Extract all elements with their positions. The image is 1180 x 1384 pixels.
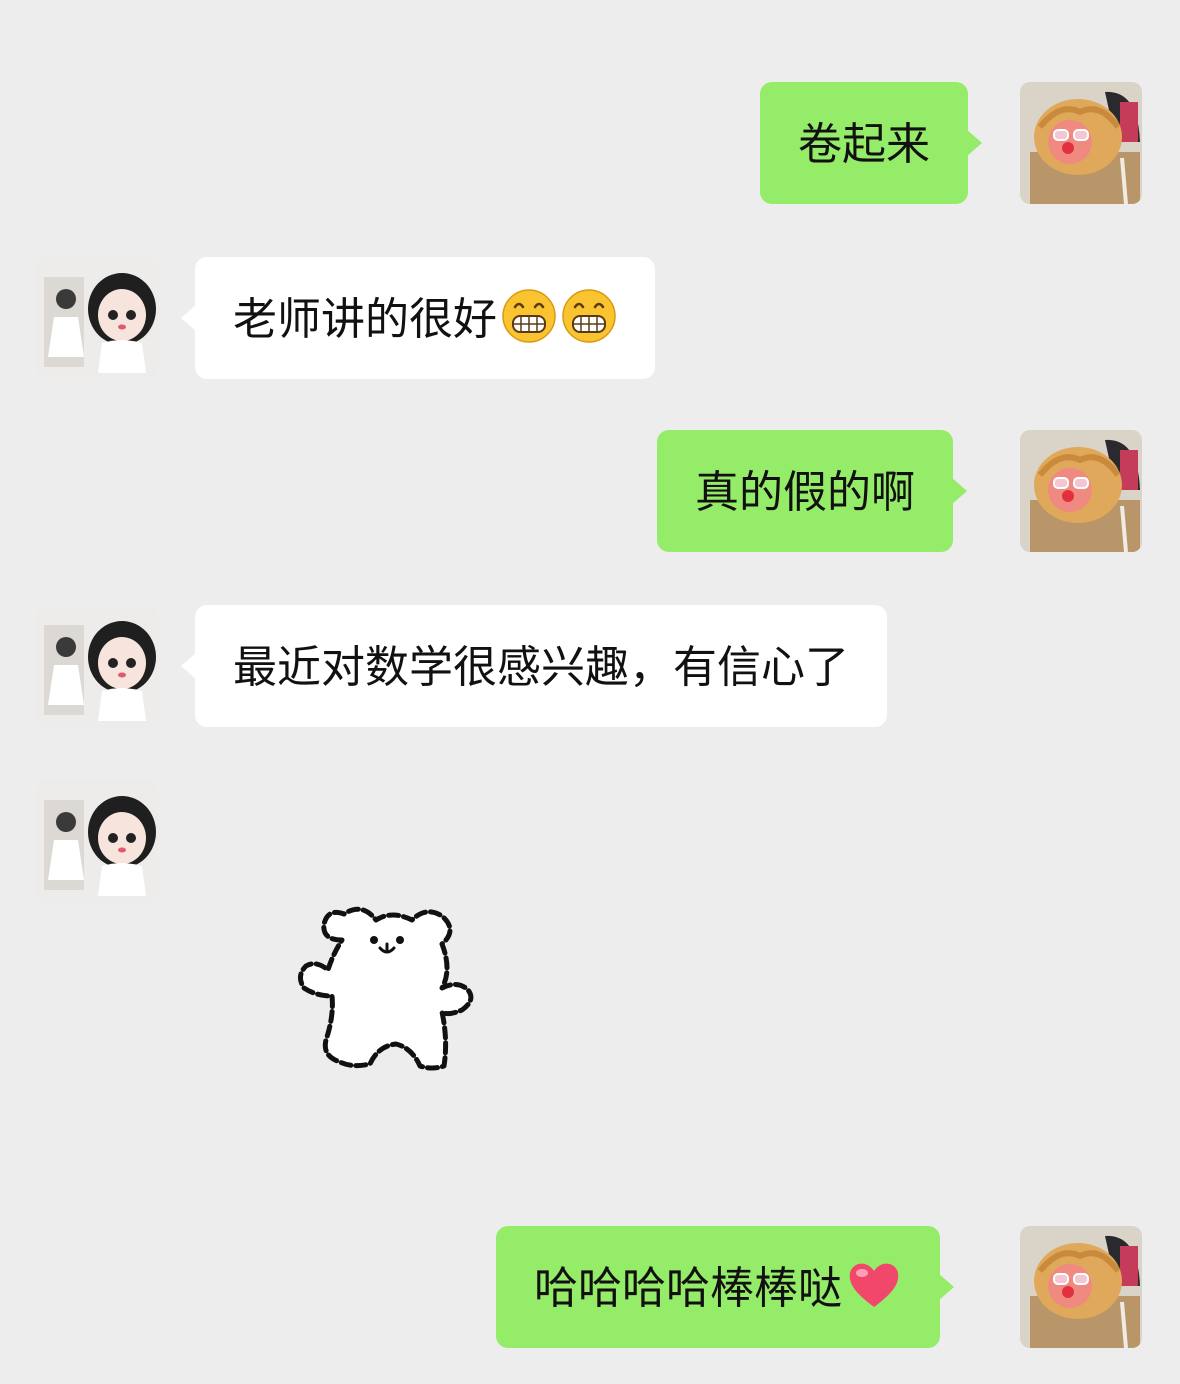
grinning-face-emoji: [501, 288, 557, 344]
self-avatar-image: [1020, 82, 1142, 204]
bear-sticker-image: [298, 906, 474, 1071]
contact-avatar[interactable]: [36, 257, 158, 379]
message-bubble-self[interactable]: 卷起来: [760, 82, 982, 204]
contact-avatar-image: [36, 257, 158, 379]
self-avatar-image: [1020, 430, 1142, 552]
contact-avatar[interactable]: [36, 605, 158, 727]
message-text: 哈哈哈哈棒棒哒: [534, 1263, 842, 1314]
red-heart-emoji: [846, 1257, 902, 1313]
self-avatar-image: [1020, 1226, 1142, 1348]
message-text: 真的假的啊: [695, 467, 915, 518]
contact-avatar[interactable]: [36, 780, 158, 902]
self-avatar[interactable]: [1020, 430, 1142, 552]
self-avatar[interactable]: [1020, 1226, 1142, 1348]
white-bear-waving-sticker[interactable]: [292, 900, 482, 1080]
message-text: 老师讲的很好: [233, 294, 497, 345]
contact-avatar-image: [36, 780, 158, 902]
message-bubble-self[interactable]: 真的假的啊: [657, 430, 967, 552]
message-bubble-self[interactable]: 哈哈哈哈棒棒哒: [496, 1226, 954, 1348]
message-text: 最近对数学很感兴趣，有信心了: [233, 642, 849, 693]
message-bubble-contact[interactable]: 老师讲的很好: [181, 257, 655, 379]
grinning-face-emoji: [561, 288, 617, 344]
self-avatar[interactable]: [1020, 82, 1142, 204]
message-bubble-contact[interactable]: 最近对数学很感兴趣，有信心了: [181, 605, 887, 727]
message-text: 卷起来: [798, 119, 930, 170]
contact-avatar-image: [36, 605, 158, 727]
